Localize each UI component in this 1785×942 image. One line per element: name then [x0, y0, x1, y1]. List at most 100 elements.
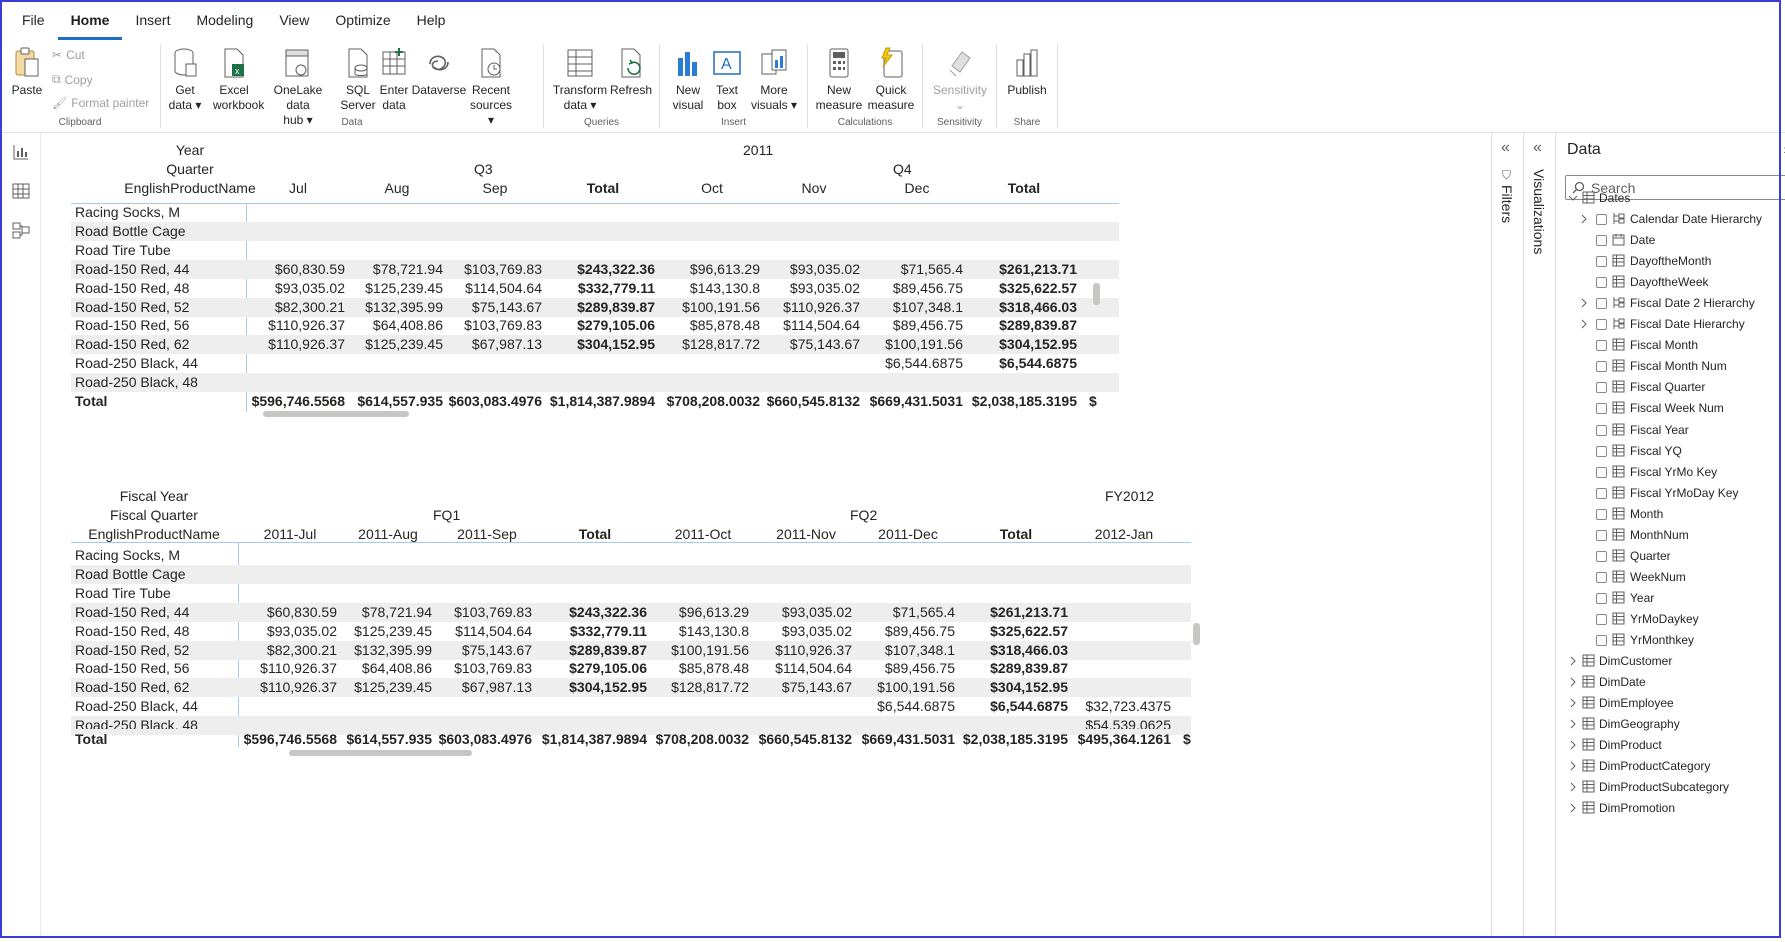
- excel-workbook-button[interactable]: x Excel workbook: [213, 46, 264, 113]
- table-row-label[interactable]: Road-150 Red, 48: [75, 280, 189, 296]
- field-item[interactable]: Fiscal Date Hierarchy: [1556, 315, 1781, 333]
- table-row-label[interactable]: Racing Socks, M: [75, 204, 180, 220]
- table-node[interactable]: DimDate: [1556, 673, 1781, 691]
- table-row-label[interactable]: Road-150 Red, 52: [75, 642, 189, 658]
- menu-modeling[interactable]: Modeling: [183, 0, 266, 40]
- field-item[interactable]: YrMonthkey: [1556, 631, 1781, 649]
- field-checkbox[interactable]: [1596, 466, 1607, 478]
- field-checkbox[interactable]: [1596, 403, 1607, 415]
- field-item[interactable]: Fiscal YrMoDay Key: [1556, 484, 1781, 502]
- chevron-right-icon[interactable]: [1568, 656, 1578, 666]
- field-checkbox[interactable]: [1596, 277, 1607, 289]
- table-row-label[interactable]: Road-150 Red, 52: [75, 299, 189, 315]
- chevron-right-icon[interactable]: [1568, 803, 1578, 813]
- chevron-right-icon[interactable]: [1579, 319, 1589, 329]
- table-row-label[interactable]: Road-150 Red, 48: [75, 623, 189, 639]
- field-item[interactable]: Fiscal Week Num: [1556, 399, 1781, 417]
- table-node-dates[interactable]: Dates: [1556, 189, 1781, 207]
- format-painter-button[interactable]: 🖌 Format painter: [52, 96, 149, 110]
- table-row-label[interactable]: Road Tire Tube: [75, 585, 171, 601]
- sql-server-button[interactable]: SQL Server: [339, 46, 377, 113]
- table-row-label[interactable]: Road Bottle Cage: [75, 223, 186, 239]
- table-row-label[interactable]: Road-150 Red, 44: [75, 261, 189, 277]
- field-checkbox[interactable]: [1596, 424, 1607, 436]
- new-visual-button[interactable]: New visual: [670, 46, 706, 113]
- filters-pane-collapsed[interactable]: « ⛉ Filters: [1491, 133, 1524, 938]
- table-row-label[interactable]: Road-150 Red, 56: [75, 660, 189, 676]
- field-checkbox[interactable]: [1596, 340, 1607, 352]
- table-row-label[interactable]: Road-150 Red, 44: [75, 604, 189, 620]
- total-column-header[interactable]: Total: [964, 180, 1084, 196]
- transform-data-button[interactable]: Transform data ▾: [552, 46, 608, 113]
- field-checkbox[interactable]: [1596, 382, 1607, 394]
- quick-measure-button[interactable]: Quick measure: [866, 46, 916, 113]
- field-item[interactable]: WeekNum: [1556, 568, 1781, 586]
- field-item[interactable]: Calendar Date Hierarchy: [1556, 210, 1781, 228]
- chevron-right-icon[interactable]: [1579, 298, 1589, 308]
- table-view-icon[interactable]: [12, 182, 30, 200]
- recent-sources-button[interactable]: Recent sources ▾: [467, 46, 515, 128]
- field-item[interactable]: Fiscal YrMo Key: [1556, 463, 1781, 481]
- field-checkbox[interactable]: [1596, 487, 1607, 499]
- cut-button[interactable]: ✂ Cut: [52, 48, 85, 62]
- visualizations-pane-collapsed[interactable]: « Visualizations: [1523, 133, 1556, 938]
- enter-data-button[interactable]: Enter data: [377, 46, 411, 113]
- field-checkbox[interactable]: [1596, 550, 1607, 562]
- month-column-header[interactable]: 2011-Sep: [427, 526, 547, 542]
- month-column-header[interactable]: Sep: [435, 180, 555, 196]
- table-row-label[interactable]: Road Bottle Cage: [75, 566, 186, 582]
- chevron-right-icon[interactable]: [1568, 761, 1578, 771]
- matrix-visual-calendar[interactable]: Year Quarter EnglishProductName 2011 Q3 Q4 Jul…: [41, 133, 1266, 478]
- total-column-header[interactable]: Total: [535, 526, 655, 542]
- chevron-right-icon[interactable]: [1568, 719, 1578, 729]
- month-column-header[interactable]: 2011-Oct: [643, 526, 763, 542]
- menu-optimize[interactable]: Optimize: [322, 0, 403, 40]
- total-column-header[interactable]: Total: [956, 526, 1076, 542]
- field-item[interactable]: Fiscal YQ: [1556, 442, 1781, 460]
- table-row-label[interactable]: Road Tire Tube: [75, 242, 171, 258]
- paste-button[interactable]: Paste: [8, 46, 46, 98]
- table-node[interactable]: DimEmployee: [1556, 694, 1781, 712]
- field-item[interactable]: Fiscal Month: [1556, 336, 1781, 354]
- publish-button[interactable]: Publish: [1003, 46, 1051, 98]
- field-item[interactable]: Year: [1556, 589, 1781, 607]
- table-row-label[interactable]: Road-250 Black, 48: [75, 374, 198, 390]
- month-column-header[interactable]: 2012-Jan: [1064, 526, 1184, 542]
- more-visuals-button[interactable]: More visuals ▾: [748, 46, 800, 113]
- expand-filters-icon[interactable]: «: [1501, 139, 1510, 157]
- refresh-button[interactable]: Refresh: [608, 46, 654, 98]
- table-row-label[interactable]: Road-250 Black, 44: [75, 355, 198, 371]
- field-item[interactable]: Fiscal Date 2 Hierarchy: [1556, 294, 1781, 312]
- field-item[interactable]: Fiscal Year: [1556, 421, 1781, 439]
- chevron-right-icon[interactable]: [1568, 740, 1578, 750]
- field-checkbox[interactable]: [1596, 256, 1607, 268]
- table-node[interactable]: DimProduct: [1556, 736, 1781, 754]
- text-box-button[interactable]: A Text box: [710, 46, 744, 113]
- model-view-icon[interactable]: [12, 221, 30, 239]
- field-checkbox[interactable]: [1596, 613, 1607, 625]
- field-item[interactable]: Fiscal Month Num: [1556, 357, 1781, 375]
- get-data-button[interactable]: Get data ▾: [165, 46, 205, 113]
- table-node[interactable]: DimProductCategory: [1556, 757, 1781, 775]
- new-measure-button[interactable]: New measure: [814, 46, 864, 113]
- onelake-button[interactable]: OneLake data hub ▾: [261, 46, 335, 128]
- chevron-right-icon[interactable]: [1568, 782, 1578, 792]
- field-checkbox[interactable]: [1596, 635, 1607, 646]
- month-column-header[interactable]: 2011-Dec: [848, 526, 968, 542]
- horizontal-scrollbar[interactable]: [289, 750, 472, 756]
- total-column-header[interactable]: Total: [543, 180, 663, 196]
- table-node[interactable]: DimPromotion: [1556, 799, 1781, 817]
- chevron-down-icon[interactable]: [1568, 193, 1578, 203]
- field-checkbox[interactable]: [1596, 319, 1607, 331]
- field-item[interactable]: Month: [1556, 505, 1781, 523]
- field-item[interactable]: YrMoDaykey: [1556, 610, 1781, 628]
- sensitivity-button[interactable]: Sensitivity ⌄: [927, 46, 993, 113]
- table-node[interactable]: DimProductSubcategory: [1556, 778, 1781, 796]
- field-checkbox[interactable]: [1596, 529, 1607, 541]
- field-checkbox[interactable]: [1596, 235, 1607, 247]
- field-item[interactable]: DayoftheMonth: [1556, 252, 1781, 270]
- field-item[interactable]: Quarter: [1556, 547, 1781, 565]
- month-column-header[interactable]: Dec: [857, 180, 977, 196]
- matrix-visual-fiscal[interactable]: Fiscal Year Fiscal Quarter EnglishProductN…: [41, 488, 1391, 908]
- field-checkbox[interactable]: [1596, 214, 1607, 225]
